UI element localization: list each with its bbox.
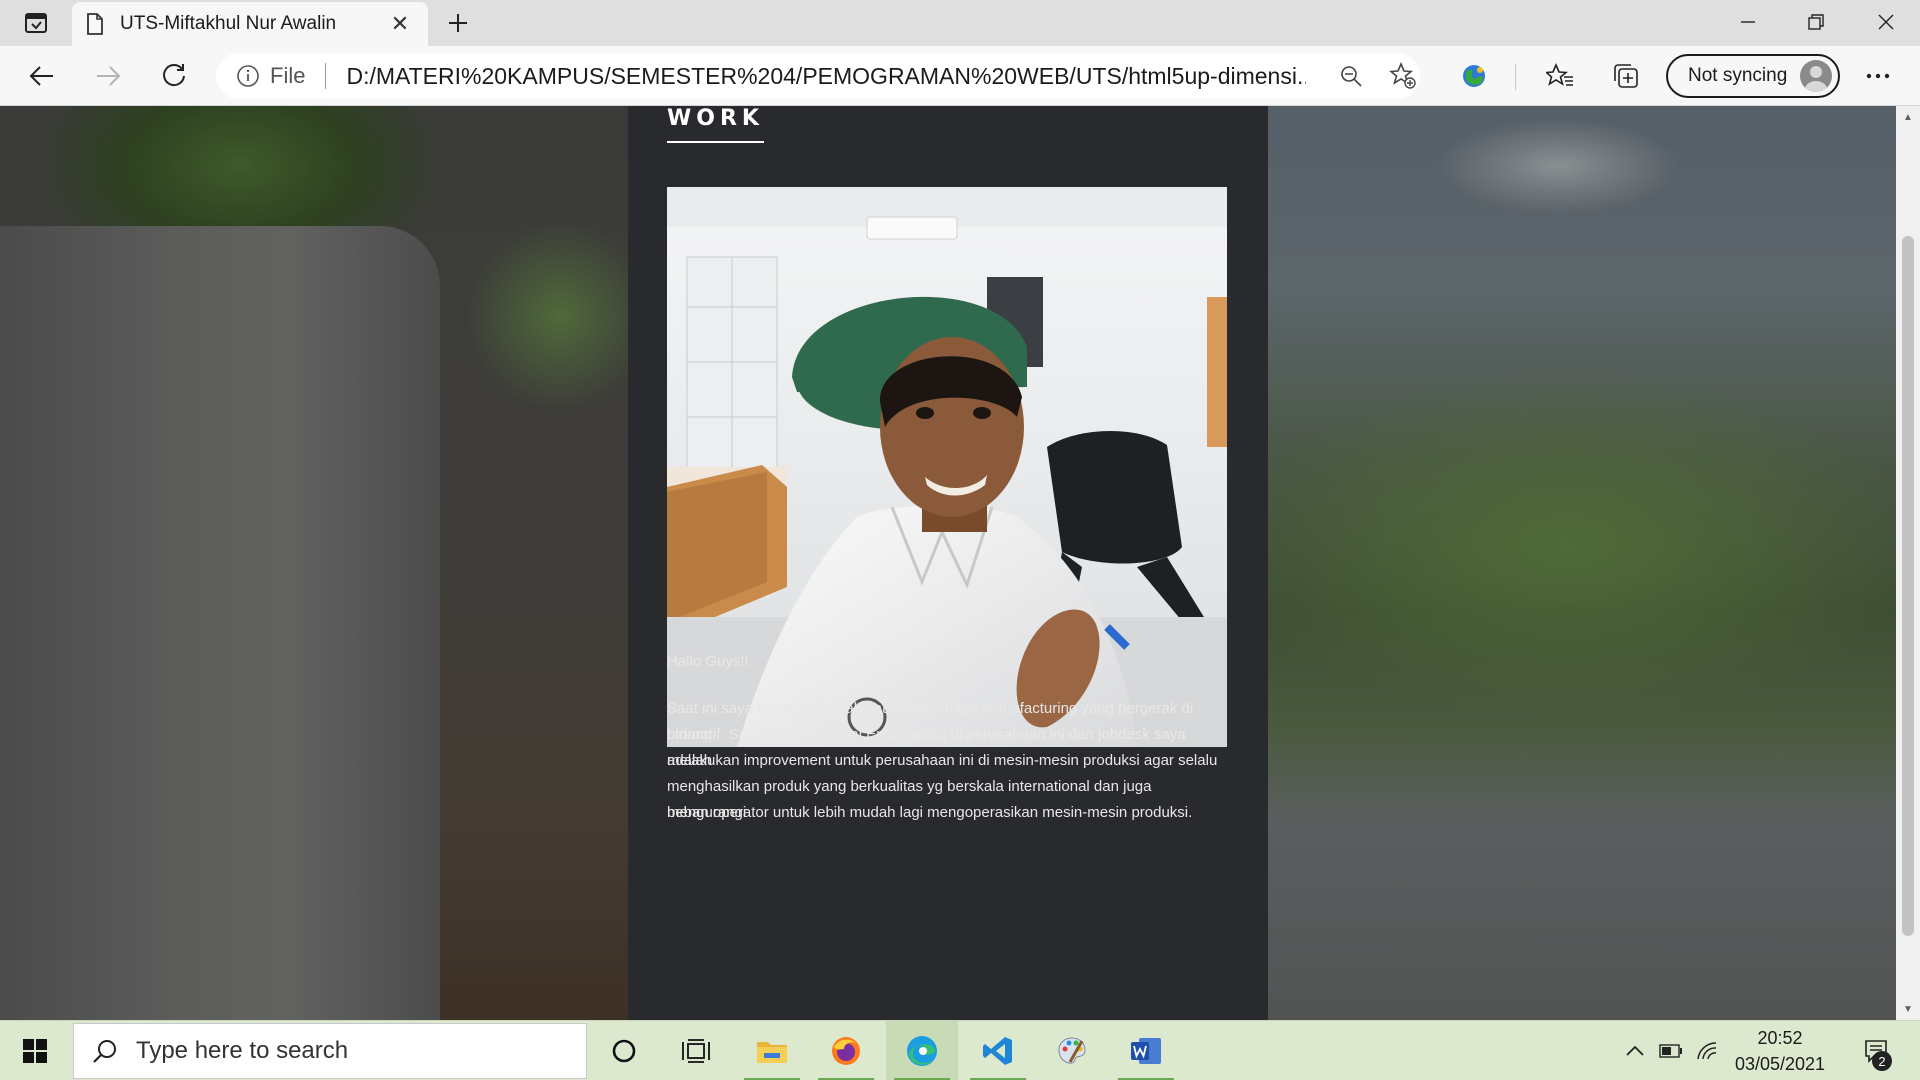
clock-date: 03/05/2021 bbox=[1734, 1054, 1826, 1074]
paint-app[interactable] bbox=[1036, 1021, 1108, 1080]
battery-status[interactable] bbox=[1656, 1021, 1686, 1080]
back-button[interactable] bbox=[20, 54, 64, 98]
address-bar[interactable]: File D:/MATERI%20KAMPUS/SEMESTER%204/PEM… bbox=[216, 53, 1420, 99]
search-placeholder: Type here to search bbox=[136, 1037, 349, 1064]
more-dots-icon bbox=[1866, 73, 1890, 79]
page-icon bbox=[87, 13, 103, 35]
restore-button[interactable] bbox=[1782, 0, 1850, 44]
scroll-down-icon[interactable]: ▼ bbox=[1896, 998, 1920, 1020]
close-tab-icon[interactable]: ✕ bbox=[386, 11, 414, 37]
refresh-icon bbox=[163, 64, 185, 87]
start-button[interactable] bbox=[0, 1021, 70, 1080]
sync-profile-button[interactable]: Not syncing bbox=[1666, 54, 1840, 98]
browser-toolbar: File D:/MATERI%20KAMPUS/SEMESTER%204/PEM… bbox=[0, 46, 1920, 106]
vscode-app[interactable] bbox=[962, 1021, 1034, 1080]
clock-time: 20:52 bbox=[1757, 1028, 1803, 1048]
scrollbar-thumb[interactable] bbox=[1902, 236, 1914, 936]
page-viewport: WORK Hallo Guys!! Saat ini saya bekerja … bbox=[0, 106, 1896, 1020]
body-line: beban operator untuk lebih mudah lagi me… bbox=[667, 804, 1193, 821]
tab-actions-button[interactable] bbox=[14, 9, 58, 37]
page-scrollbar[interactable]: ▲ ▼ bbox=[1896, 106, 1920, 1020]
sync-label: Not syncing bbox=[1688, 65, 1788, 86]
favorites-button[interactable] bbox=[1538, 54, 1582, 98]
background-hill bbox=[1268, 346, 1896, 706]
notification-count-badge: 2 bbox=[1872, 1051, 1892, 1071]
tab-bar: UTS-Miftakhul Nur Awalin ✕ bbox=[0, 0, 1920, 46]
firefox-icon bbox=[832, 1037, 860, 1065]
back-arrow-icon bbox=[29, 66, 53, 86]
collections-icon bbox=[1614, 64, 1638, 88]
more-menu-button[interactable] bbox=[1856, 54, 1900, 98]
section-title: WORK bbox=[667, 106, 764, 143]
info-icon[interactable] bbox=[236, 64, 260, 88]
address-separator bbox=[325, 63, 327, 89]
add-favorite-icon[interactable] bbox=[1388, 61, 1418, 91]
firefox-app[interactable] bbox=[810, 1021, 882, 1080]
forward-arrow-icon bbox=[97, 66, 121, 86]
active-tab[interactable]: UTS-Miftakhul Nur Awalin ✕ bbox=[72, 2, 428, 46]
paint-palette-icon bbox=[1058, 1037, 1086, 1064]
minimize-icon bbox=[1741, 21, 1755, 23]
edge-icon bbox=[907, 1036, 937, 1066]
windows-taskbar: Type here to search 20:52 03/05/2021 2 bbox=[0, 1020, 1920, 1080]
background-right-landscape bbox=[1268, 106, 1896, 1020]
scroll-up-icon[interactable]: ▲ bbox=[1896, 106, 1920, 128]
show-hidden-icons-button[interactable] bbox=[1620, 1021, 1650, 1080]
address-url[interactable]: D:/MATERI%20KAMPUS/SEMESTER%204/PEMOGRAM… bbox=[346, 63, 1306, 90]
minimize-button[interactable] bbox=[1714, 0, 1782, 44]
new-tab-button[interactable] bbox=[440, 6, 476, 40]
zoom-out-icon[interactable] bbox=[1336, 61, 1366, 91]
task-view-icon bbox=[682, 1039, 710, 1063]
restore-icon bbox=[1808, 14, 1824, 30]
word-app[interactable] bbox=[1110, 1021, 1182, 1080]
globe-extension-icon bbox=[1463, 65, 1485, 87]
task-view-button[interactable] bbox=[660, 1021, 732, 1080]
tab-actions-icon bbox=[25, 13, 47, 33]
taskbar-search-box[interactable]: Type here to search bbox=[73, 1023, 587, 1079]
action-center-button[interactable] bbox=[1856, 1021, 1896, 1080]
toolbar-divider bbox=[1515, 64, 1516, 90]
edge-app[interactable] bbox=[886, 1021, 958, 1080]
greeting-text: Hallo Guys!! bbox=[667, 653, 749, 670]
background-left-plant bbox=[0, 106, 628, 1020]
vscode-icon bbox=[983, 1037, 1012, 1065]
chevron-up-icon bbox=[1626, 1045, 1644, 1056]
work-article: WORK Hallo Guys!! Saat ini saya bekerja … bbox=[628, 106, 1268, 1020]
plus-icon bbox=[449, 14, 467, 32]
windows-logo-icon bbox=[23, 1039, 47, 1063]
favorites-icon bbox=[1546, 63, 1573, 86]
wifi-icon bbox=[1697, 1042, 1717, 1060]
close-window-button[interactable] bbox=[1852, 0, 1920, 44]
system-clock[interactable]: 20:52 03/05/2021 bbox=[1724, 1025, 1836, 1077]
forward-button[interactable] bbox=[86, 54, 130, 98]
refresh-button[interactable] bbox=[152, 54, 196, 98]
background-plant-pot bbox=[0, 226, 440, 1020]
avatar bbox=[1800, 60, 1832, 92]
close-icon bbox=[1878, 14, 1894, 30]
body-line: melakukan improvement untuk perusahaan i… bbox=[667, 752, 1218, 769]
word-icon bbox=[1131, 1038, 1161, 1064]
search-icon bbox=[93, 1040, 116, 1063]
battery-icon bbox=[1659, 1044, 1682, 1058]
extension-button[interactable] bbox=[1452, 54, 1496, 98]
cortana-button[interactable] bbox=[588, 1021, 660, 1080]
cortana-circle-icon bbox=[612, 1039, 636, 1063]
folder-icon bbox=[757, 1042, 787, 1063]
wifi-status[interactable] bbox=[1692, 1021, 1722, 1080]
address-scheme: File bbox=[270, 63, 306, 88]
tab-title: UTS-Miftakhul Nur Awalin bbox=[120, 13, 337, 34]
file-explorer-app[interactable] bbox=[736, 1021, 808, 1080]
collections-button[interactable] bbox=[1604, 54, 1648, 98]
